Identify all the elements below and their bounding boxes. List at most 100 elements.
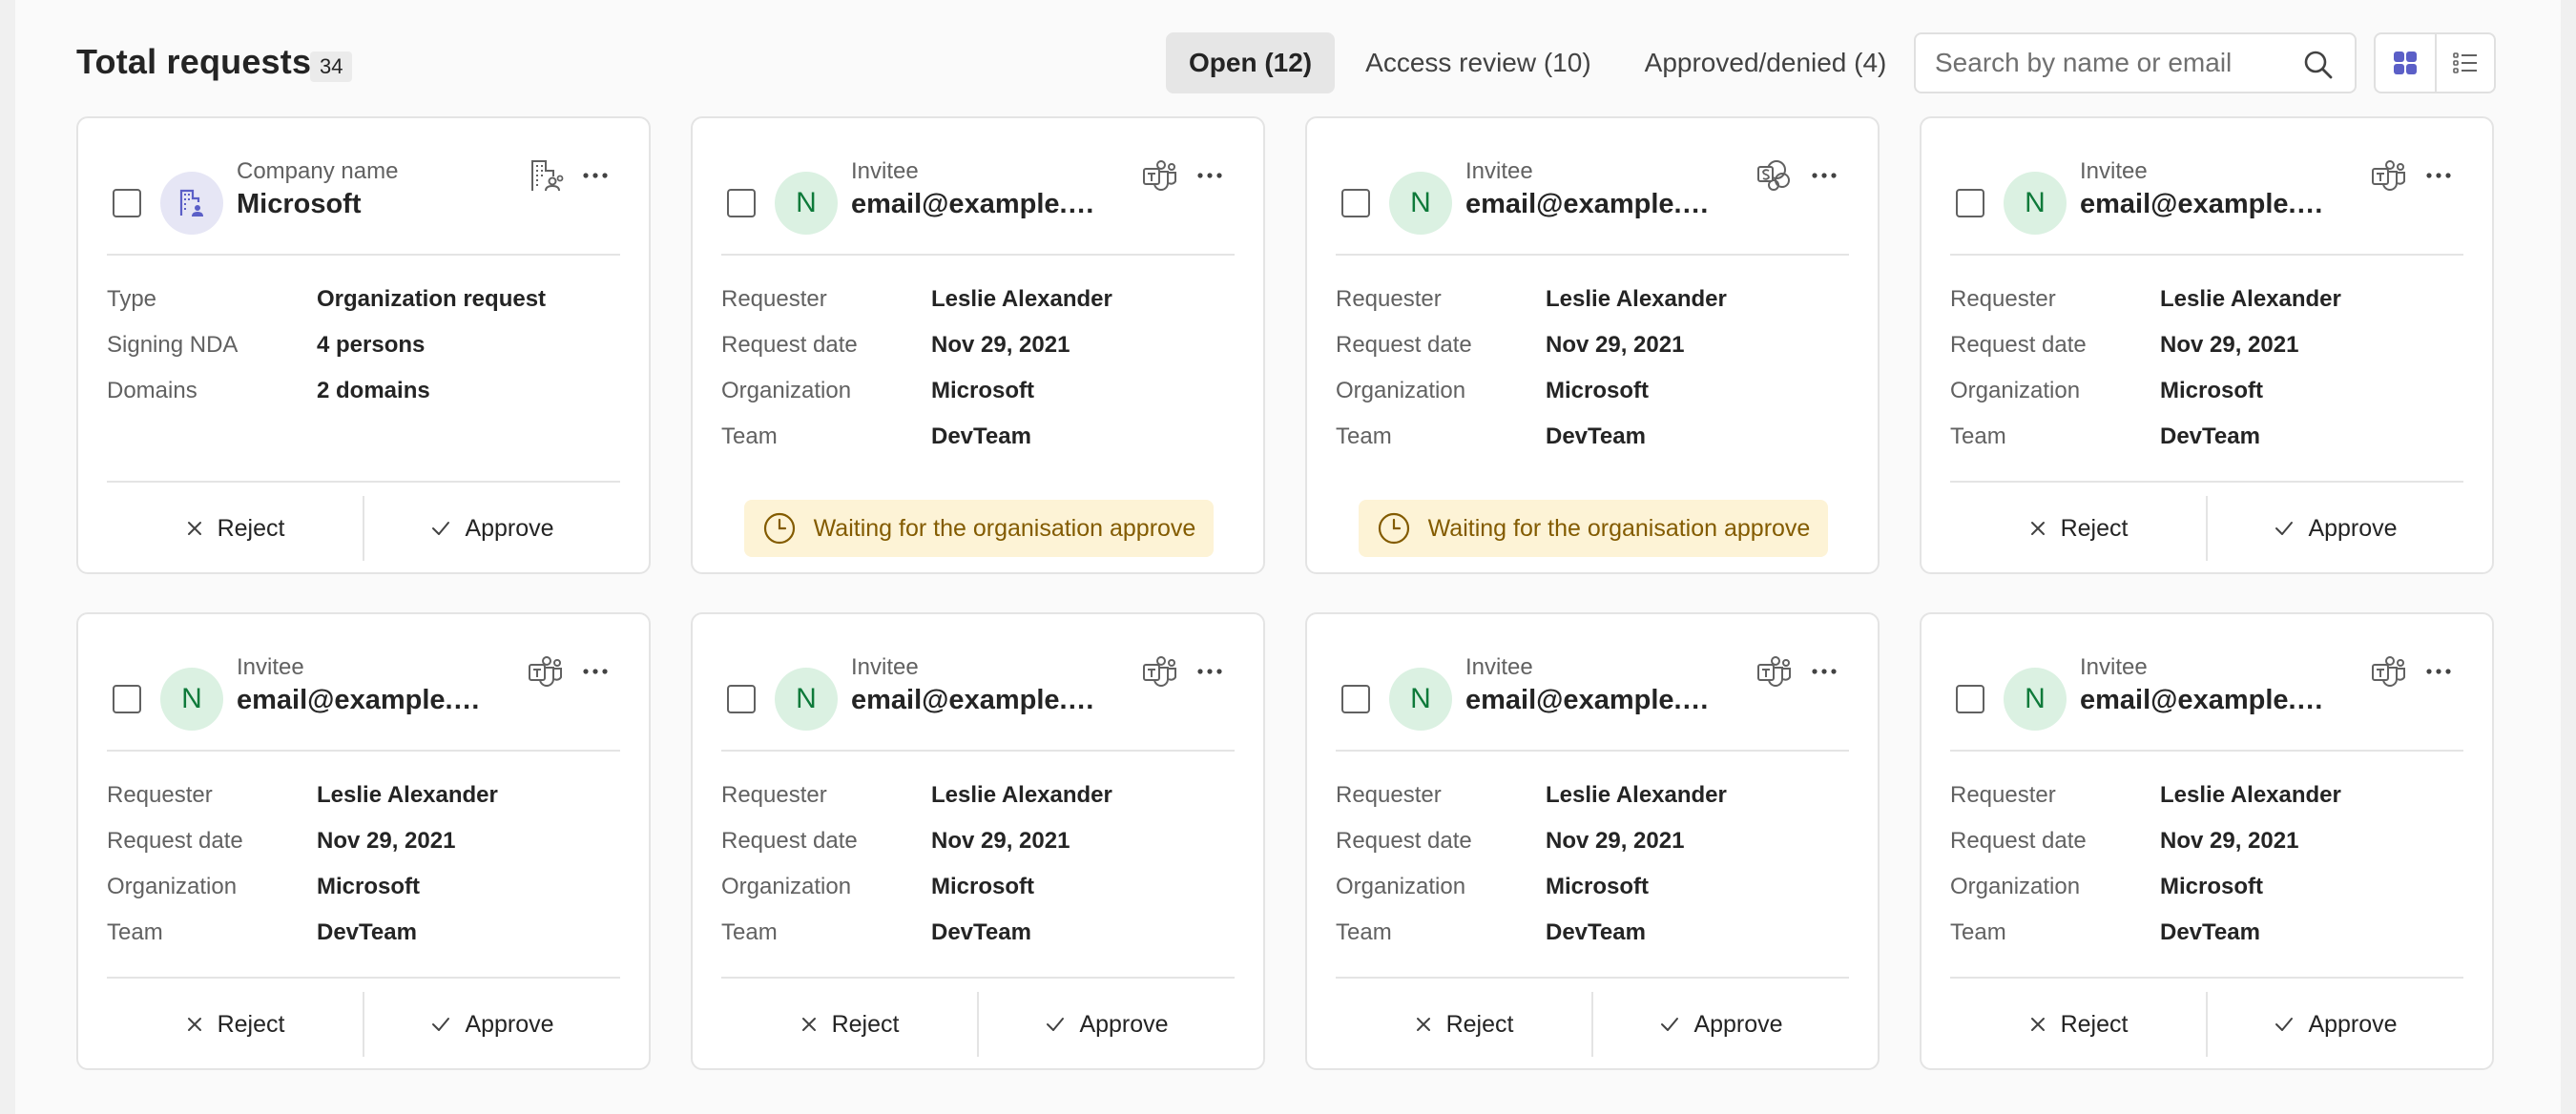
card-actions: Reject Approve	[107, 979, 620, 1070]
tab-open[interactable]: Open (12)	[1166, 32, 1336, 93]
more-options-icon	[583, 669, 608, 674]
more-options-button[interactable]	[1191, 156, 1229, 195]
reject-button[interactable]: Reject	[1336, 979, 1591, 1070]
detail-row: Request date Nov 29, 2021	[721, 828, 1236, 874]
detail-value: DevTeam	[931, 919, 1031, 945]
detail-row: Organization Microsoft	[1950, 378, 2465, 423]
more-options-icon	[1197, 669, 1222, 674]
detail-value: Microsoft	[1546, 378, 1649, 403]
approve-check-icon	[1047, 1018, 1065, 1031]
approve-button[interactable]: Approve	[2206, 992, 2463, 1057]
reject-label: Reject	[2060, 514, 2129, 542]
search-input[interactable]	[1935, 44, 2278, 82]
more-options-icon	[2426, 173, 2451, 178]
detail-row: Request date Nov 29, 2021	[1950, 828, 2465, 874]
detail-label: Organization	[107, 874, 238, 899]
detail-label: Requester	[107, 782, 213, 808]
detail-list: Type Organization request Signing NDA 4 per…	[107, 286, 622, 423]
select-checkbox[interactable]	[113, 189, 141, 217]
app-type-indicator	[1141, 156, 1179, 195]
detail-list: Requester Leslie Alexander Request date Nov…	[1336, 782, 1851, 965]
list-view-button[interactable]	[2434, 34, 2494, 92]
request-card: N Invitee email@example.c... Requester Lesli…	[1920, 612, 2494, 1070]
divider	[1336, 750, 1849, 752]
detail-list: Requester Leslie Alexander Request date Nov…	[1336, 286, 1851, 469]
detail-label: Request date	[1950, 332, 2087, 358]
detail-label: Request date	[1336, 332, 1472, 358]
detail-label: Domains	[107, 378, 197, 403]
approve-button[interactable]: Approve	[2206, 496, 2463, 561]
card-header-label: Invitee	[2080, 158, 2148, 184]
detail-row: Request date Nov 29, 2021	[1336, 332, 1851, 378]
approve-button[interactable]: Approve	[977, 992, 1235, 1057]
more-options-button[interactable]	[2420, 156, 2458, 195]
select-checkbox[interactable]	[727, 189, 756, 217]
detail-value: Nov 29, 2021	[931, 828, 1070, 854]
request-card: Company name Microsoft Type Organization re…	[76, 116, 651, 574]
teams-icon	[2372, 656, 2405, 687]
detail-value: 2 domains	[317, 378, 430, 403]
detail-value: Microsoft	[317, 874, 420, 899]
more-options-button[interactable]	[2420, 652, 2458, 691]
reject-button[interactable]: Reject	[107, 979, 363, 1070]
grid-view-icon	[2393, 52, 2417, 74]
approve-check-icon	[2275, 522, 2294, 535]
select-checkbox[interactable]	[113, 685, 141, 713]
detail-label: Team	[1950, 423, 2006, 449]
more-options-button[interactable]	[1191, 652, 1229, 691]
tab-access-review[interactable]: Access review (10)	[1342, 32, 1614, 93]
select-checkbox[interactable]	[1956, 189, 1984, 217]
search-icon[interactable]	[2303, 50, 2334, 80]
detail-value: Microsoft	[2160, 378, 2263, 403]
detail-label: Team	[721, 423, 778, 449]
reject-icon	[1416, 1018, 1430, 1031]
detail-value: Nov 29, 2021	[931, 332, 1070, 358]
select-checkbox[interactable]	[1341, 189, 1370, 217]
detail-value: Leslie Alexander	[2160, 782, 2341, 808]
approve-label: Approve	[465, 1010, 554, 1038]
approve-button[interactable]: Approve	[1591, 992, 1849, 1057]
teams-icon	[1143, 656, 1176, 687]
approve-label: Approve	[465, 514, 554, 542]
request-tabs: Open (12) Access review (10) Approved/de…	[1166, 32, 1917, 93]
detail-row: Requester Leslie Alexander	[721, 286, 1236, 332]
card-header-value: email@example.c...	[2080, 189, 2328, 219]
card-header-value: email@example.c...	[1465, 685, 1714, 715]
reject-button[interactable]: Reject	[721, 979, 977, 1070]
detail-label: Requester	[721, 286, 827, 312]
request-card: N Invitee email@example.c... Requester Lesli…	[1305, 116, 1880, 574]
tab-approved-denied[interactable]: Approved/denied (4)	[1622, 32, 1910, 93]
select-checkbox[interactable]	[727, 685, 756, 713]
detail-label: Requester	[721, 782, 827, 808]
more-options-button[interactable]	[576, 156, 614, 195]
detail-value: DevTeam	[2160, 919, 2260, 945]
app-type-indicator	[1755, 156, 1794, 195]
card-header-label: Invitee	[1465, 158, 1533, 184]
more-options-button[interactable]	[576, 652, 614, 691]
card-header-label: Invitee	[1465, 654, 1533, 680]
reject-button[interactable]: Reject	[1950, 483, 2206, 574]
approve-button[interactable]: Approve	[363, 496, 620, 561]
approve-label: Approve	[1693, 1010, 1783, 1038]
avatar: N	[775, 668, 838, 731]
detail-value: Leslie Alexander	[1546, 286, 1727, 312]
detail-value: Leslie Alexander	[931, 782, 1112, 808]
detail-value: DevTeam	[1546, 423, 1646, 449]
reject-button[interactable]: Reject	[1950, 979, 2206, 1070]
approve-button[interactable]: Approve	[363, 992, 620, 1057]
detail-label: Organization	[1950, 378, 2081, 403]
more-options-button[interactable]	[1805, 652, 1843, 691]
detail-label: Organization	[1950, 874, 2081, 899]
reject-button[interactable]: Reject	[107, 483, 363, 574]
more-options-button[interactable]	[1805, 156, 1843, 195]
list-view-icon	[2453, 52, 2477, 73]
select-checkbox[interactable]	[1341, 685, 1370, 713]
reject-label: Reject	[2060, 1010, 2129, 1038]
grid-view-button[interactable]	[2376, 34, 2435, 92]
detail-row: Type Organization request	[107, 286, 622, 332]
detail-list: Requester Leslie Alexander Request date Nov…	[1950, 286, 2465, 469]
detail-row: Organization Microsoft	[721, 378, 1236, 423]
select-checkbox[interactable]	[1956, 685, 1984, 713]
card-header-label: Invitee	[237, 654, 304, 680]
request-card: N Invitee email@example.c... Requester Lesli…	[691, 612, 1265, 1070]
